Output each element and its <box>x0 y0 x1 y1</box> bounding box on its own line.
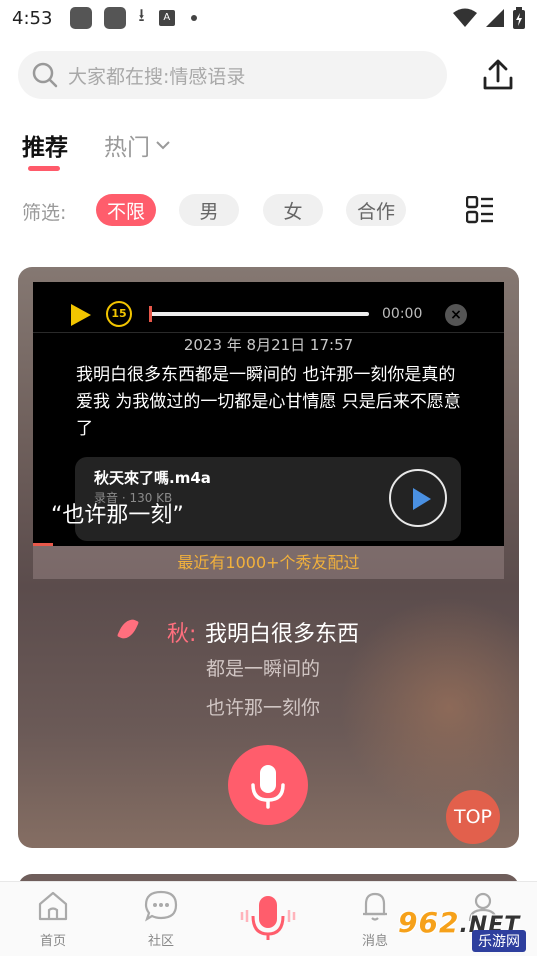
play-icon[interactable] <box>70 303 92 327</box>
watermark-site-name: 乐游网 <box>472 930 526 952</box>
video-progress-handle[interactable] <box>149 306 152 322</box>
dubbing-card[interactable]: 15 00:00 × 2023 年 8月21日 17:57 我明白很多东西都是一… <box>18 267 519 848</box>
site-watermark: 962.NET 乐游网 <box>398 906 528 954</box>
font-app-icon: A <box>158 10 175 26</box>
replay-seconds: 15 <box>111 307 127 320</box>
replay-15-icon[interactable]: 15 <box>106 301 132 327</box>
mic-icon <box>240 896 296 940</box>
tab-recommended[interactable]: 推荐 <box>22 128 68 171</box>
post-text: 我明白很多东西都是一瞬间的 也许那一刻你是真的爱我 为我做过的一切都是心甘情愿 … <box>76 365 461 439</box>
wifi-icon <box>453 8 477 27</box>
status-indicators <box>453 7 525 29</box>
nav-community[interactable]: 社区 <box>131 890 191 949</box>
lyric-line-current: 我明白很多东西 <box>205 622 360 647</box>
lyric-line: 也许那一刻你 <box>206 697 321 719</box>
notification-app-icon <box>70 7 93 29</box>
search-bar[interactable]: 大家都在搜:情感语录 <box>18 51 447 99</box>
dubbed-count-banner: 最近有1000+个秀友配过 <box>33 546 504 579</box>
card-background-glow <box>339 597 519 817</box>
microphone-icon <box>251 765 285 809</box>
chat-icon <box>144 890 178 922</box>
nav-record[interactable] <box>236 882 300 944</box>
lyric-speaker: 秋: <box>167 622 197 647</box>
audio-play-button[interactable] <box>389 469 447 527</box>
battery-icon <box>513 7 525 29</box>
audio-file-name: 秋天來了嗎.m4a <box>94 469 211 487</box>
upload-icon[interactable] <box>478 56 518 96</box>
download-icon: ⭳ <box>138 5 145 26</box>
tab-label: 推荐 <box>22 135 68 161</box>
divider <box>33 332 504 333</box>
lyric-line: 都是一瞬间的 <box>206 658 321 680</box>
play-icon <box>413 488 431 510</box>
video-preview[interactable]: 15 00:00 × 2023 年 8月21日 17:57 我明白很多东西都是一… <box>33 282 504 546</box>
tab-label: 热门 <box>104 135 150 161</box>
top-label: TOP <box>453 806 493 828</box>
search-icon <box>32 62 58 88</box>
tab-hot[interactable]: 热门 <box>104 128 172 162</box>
more-notifications-dot-icon <box>190 15 197 21</box>
watermark-digits: 962 <box>398 906 460 939</box>
video-caption: “也许那一刻” <box>51 503 184 528</box>
chip-label: 女 <box>283 200 303 223</box>
chip-label: 男 <box>199 200 219 223</box>
petal-icon <box>117 616 139 642</box>
signal-icon <box>486 9 504 27</box>
nav-label: 消息 <box>361 934 388 949</box>
record-button[interactable] <box>228 745 308 825</box>
filter-chip-collab[interactable]: 合作 <box>346 194 406 226</box>
list-view-icon[interactable] <box>466 196 494 224</box>
home-icon <box>38 891 68 921</box>
filter-chip-any[interactable]: 不限 <box>96 194 156 226</box>
status-time: 4:53 <box>12 7 53 29</box>
chevron-down-icon <box>156 141 170 150</box>
filter-label: 筛选: <box>22 202 67 224</box>
filter-chip-female[interactable]: 女 <box>263 194 323 226</box>
post-date: 2023 年 8月21日 17:57 <box>183 336 354 354</box>
video-time: 00:00 <box>382 306 423 322</box>
nav-messages[interactable]: 消息 <box>345 890 405 949</box>
video-progress-track[interactable] <box>149 312 369 316</box>
nav-home[interactable]: 首页 <box>23 890 83 949</box>
filter-chip-male[interactable]: 男 <box>179 194 239 226</box>
chip-label: 合作 <box>356 200 395 223</box>
status-bar: 4:53 ⭳ A <box>0 0 537 36</box>
close-icon[interactable]: × <box>445 304 467 326</box>
search-placeholder: 大家都在搜:情感语录 <box>68 65 246 88</box>
back-to-top-button[interactable]: TOP <box>446 790 500 844</box>
bell-icon <box>363 892 387 921</box>
nav-label: 首页 <box>39 934 66 949</box>
chip-label: 不限 <box>106 200 145 223</box>
nav-label: 社区 <box>147 934 174 949</box>
notification-app-icon <box>104 7 127 29</box>
active-tab-indicator <box>28 166 60 171</box>
